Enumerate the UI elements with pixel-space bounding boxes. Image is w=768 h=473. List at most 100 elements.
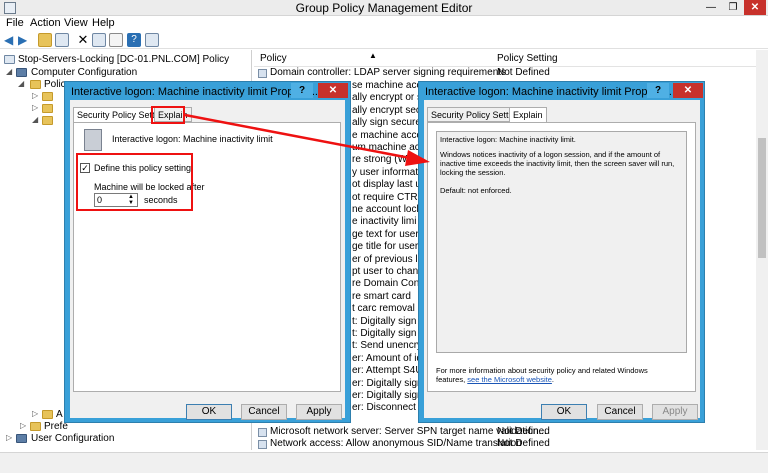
- expand-icon[interactable]: ▷: [32, 92, 40, 100]
- column-header-setting[interactable]: Policy Setting: [497, 53, 558, 64]
- minimize-button[interactable]: —: [700, 0, 722, 15]
- explain-default: Default: not enforced.: [440, 186, 512, 195]
- export-list-icon[interactable]: [109, 33, 123, 47]
- policy-name-fragment: er: Disconnect cli: [352, 402, 429, 414]
- policy-name-fragment: er of previous lo: [352, 253, 424, 265]
- folder-icon: [42, 410, 53, 419]
- explain-body: Windows notices inactivity of a logon se…: [440, 150, 675, 177]
- explain-title: Interactive logon: Machine inactivity li…: [440, 135, 576, 144]
- table-row[interactable]: Network access: Allow anonymous SID/Name…: [254, 438, 754, 450]
- policy-icon: [258, 440, 267, 449]
- forward-arrow-icon[interactable]: ▶: [18, 33, 32, 47]
- dialog-close-button[interactable]: ✕: [318, 83, 348, 98]
- tree-user-config-label: User Configuration: [31, 433, 115, 444]
- expand-icon[interactable]: ▷: [6, 434, 14, 442]
- help-icon[interactable]: ?: [127, 33, 141, 47]
- tree-policies-label: Polic: [44, 79, 66, 90]
- menu-view[interactable]: View: [64, 17, 88, 29]
- more-info-text: For more information about security poli…: [436, 366, 648, 384]
- collapse-icon[interactable]: ◢: [18, 80, 26, 88]
- policy-name-fragment: ne account locke: [352, 204, 428, 215]
- window-title: Group Policy Management Editor: [295, 1, 473, 15]
- collapse-icon[interactable]: ◢: [6, 68, 14, 76]
- back-arrow-icon[interactable]: ◀: [4, 33, 18, 47]
- properties-dialog-security: Interactive logon: Machine inactivity li…: [64, 81, 351, 423]
- policy-name-fragment: se machine acco: [352, 80, 428, 91]
- main-titlebar: Group Policy Management Editor — ❐ ✕: [0, 0, 768, 16]
- tab-explain[interactable]: Explain: [509, 107, 547, 122]
- computer-icon: [16, 68, 27, 77]
- server-policy-icon: [84, 129, 102, 151]
- policy-name-fragment: t: Digitally sign c: [352, 328, 425, 339]
- close-button[interactable]: ✕: [744, 0, 766, 15]
- list-scrollbar[interactable]: [756, 50, 768, 450]
- menu-bar: File Action View Help: [0, 16, 768, 31]
- policy-setting: Not Defined: [497, 438, 550, 449]
- apply-button[interactable]: Apply: [296, 404, 342, 420]
- policy-name: Domain controller: LDAP server signing r…: [270, 67, 507, 78]
- policy-name-fragment: ge title for users: [352, 241, 424, 253]
- restore-button[interactable]: ❐: [722, 0, 744, 15]
- policy-icon: [258, 69, 267, 78]
- properties-icon[interactable]: [92, 33, 106, 47]
- policy-name-fragment: re Domain Contr: [352, 278, 426, 290]
- dialog-help-button[interactable]: ?: [647, 83, 669, 98]
- policy-name-fragment: e inactivity limi: [352, 216, 417, 228]
- policy-name-fragment: t: Digitally sign c: [352, 315, 425, 327]
- delete-icon[interactable]: ✕: [76, 33, 90, 47]
- folder-icon: [30, 80, 41, 89]
- dialog-title: Interactive logon: Machine inactivity li…: [71, 86, 318, 98]
- user-icon: [16, 434, 27, 443]
- column-header-policy[interactable]: Policy: [260, 53, 287, 64]
- menu-file[interactable]: File: [6, 17, 24, 29]
- policy-name-fragment: re smart card: [352, 290, 411, 302]
- ok-button[interactable]: OK: [541, 404, 587, 420]
- policy-name: Network access: Allow anonymous SID/Name…: [270, 438, 522, 449]
- view-icon[interactable]: [145, 33, 159, 47]
- table-row[interactable]: Domain controller: LDAP server signing r…: [254, 67, 754, 79]
- dialog-body: Security Policy Setting Explain Interact…: [424, 100, 700, 420]
- menu-action[interactable]: Action: [30, 17, 61, 29]
- scrollbar-thumb[interactable]: [758, 138, 766, 258]
- policy-name-fragment: ge text for users: [352, 228, 424, 240]
- dialog-help-button[interactable]: ?: [291, 83, 313, 98]
- microsoft-website-link[interactable]: see the Microsoft website: [467, 375, 552, 384]
- cancel-button[interactable]: Cancel: [241, 404, 287, 420]
- table-row[interactable]: Microsoft network server: Server SPN tar…: [254, 426, 754, 438]
- expand-icon[interactable]: ▷: [20, 422, 28, 430]
- policy-icon: [258, 428, 267, 437]
- policy-setting: Not Defined: [497, 426, 550, 437]
- properties-dialog-explain: Interactive logon: Machine inactivity li…: [418, 81, 705, 423]
- explain-textbox[interactable]: Interactive logon: Machine inactivity li…: [436, 131, 687, 353]
- cancel-button[interactable]: Cancel: [597, 404, 643, 420]
- dialog-body: Security Policy Setting Explain Interact…: [70, 100, 345, 420]
- tab-panel: Interactive logon: Machine inactivity li…: [427, 122, 696, 392]
- ok-button[interactable]: OK: [186, 404, 232, 420]
- status-bar: [0, 452, 768, 473]
- policy-name-fragment: re strong (Windo: [352, 154, 426, 166]
- dialog-title: Interactive logon: Machine inactivity li…: [425, 86, 672, 98]
- folder-icon: [42, 92, 53, 101]
- expand-icon[interactable]: ▷: [32, 104, 40, 112]
- collapse-icon[interactable]: ◢: [32, 116, 40, 124]
- show-tree-icon[interactable]: [55, 33, 69, 47]
- policy-setting: Not Defined: [497, 67, 550, 78]
- explain-tab-highlight: [151, 106, 185, 124]
- sort-up-icon: ▲: [369, 51, 377, 60]
- apply-button[interactable]: Apply: [652, 404, 698, 420]
- policy-name-fragment: t: Send unencryp: [352, 340, 428, 352]
- expand-icon[interactable]: ▷: [32, 410, 40, 418]
- define-setting-highlight: [76, 153, 193, 211]
- menu-help[interactable]: Help: [92, 17, 115, 29]
- list-header: Policy ▲ Policy Setting: [254, 50, 768, 67]
- tree-computer-config-label: Computer Configuration: [31, 67, 138, 78]
- folder-icon: [30, 422, 41, 431]
- gpo-icon: [4, 55, 15, 64]
- dialog-close-button[interactable]: ✕: [673, 83, 703, 98]
- policy-name-fragment: um machine acc: [352, 142, 425, 153]
- tree-admin-label: A: [56, 409, 63, 420]
- up-folder-icon[interactable]: [38, 33, 52, 47]
- folder-icon: [42, 116, 53, 125]
- tree-gpo-label: Stop-Servers-Locking [DC-01.PNL.COM] Pol…: [18, 54, 230, 65]
- policy-name-fragment: er: Amount of idl: [352, 352, 425, 364]
